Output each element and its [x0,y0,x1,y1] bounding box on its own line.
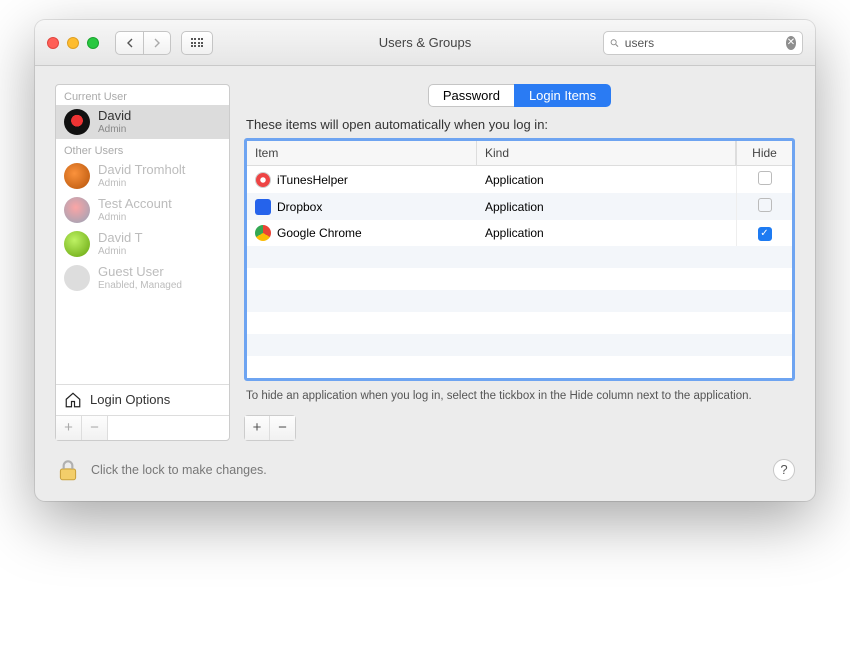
user-name: David [98,109,131,123]
sidebar-user-other[interactable]: David T Admin [56,227,229,261]
login-options-label: Login Options [90,392,170,407]
prefs-window: Users & Groups ✕ Current User David Admi… [35,20,815,501]
grid-icon [191,38,204,47]
col-header-kind[interactable]: Kind [477,141,736,165]
user-name: David Tromholt [98,163,185,177]
user-name: David T [98,231,143,245]
table-row[interactable]: iTunesHelper Application [247,166,792,193]
avatar-icon [64,109,90,135]
content-area: Current User David Admin Other Users Dav… [35,66,815,457]
chrome-icon [255,225,271,241]
forward-button[interactable] [143,31,171,55]
table-row[interactable]: Google Chrome Application ✓ [247,220,792,246]
lock-text: Click the lock to make changes. [91,463,267,477]
chevron-right-icon [153,38,161,48]
user-role: Admin [98,178,185,189]
avatar-icon [64,163,90,189]
table-row-empty [247,356,792,378]
help-button[interactable]: ? [773,459,795,481]
table-row-empty [247,268,792,290]
table-row-empty [247,312,792,334]
login-items-table: Item Kind Hide iTunesHelper Application … [244,138,795,381]
nav-back-forward [115,31,171,55]
other-users-header: Other Users [56,139,229,159]
col-header-hide[interactable]: Hide [736,141,792,165]
lock-icon[interactable] [55,457,81,483]
login-items-add-remove: + − [244,415,296,441]
user-role: Enabled, Managed [98,280,182,291]
avatar-icon [64,231,90,257]
lock-row: Click the lock to make changes. ? [35,457,815,501]
tab-bar: Password Login Items [244,84,795,107]
user-role: Admin [98,124,131,135]
hide-hint-text: To hide an application when you log in, … [246,389,793,405]
login-item-kind: Application [477,168,736,192]
users-sidebar: Current User David Admin Other Users Dav… [55,84,230,441]
table-row[interactable]: Dropbox Application [247,193,792,220]
login-options-button[interactable]: Login Options [56,385,229,415]
search-field-container[interactable]: ✕ [603,31,803,55]
login-item-name: Google Chrome [277,226,362,240]
current-user-header: Current User [56,85,229,105]
window-title: Users & Groups [379,35,471,50]
add-user-button[interactable]: + [56,416,82,440]
table-header: Item Kind Hide [247,141,792,166]
user-name: Guest User [98,265,182,279]
hide-checkbox[interactable]: ✓ [758,227,772,241]
login-items-subtitle: These items will open automatically when… [246,117,795,132]
sidebar-user-other[interactable]: David Tromholt Admin [56,159,229,193]
col-header-item[interactable]: Item [247,141,477,165]
main-panel: Password Login Items These items will op… [244,84,795,441]
avatar-icon [64,265,90,291]
login-item-name: Dropbox [277,200,322,214]
chevron-left-icon [126,38,134,48]
remove-login-item-button[interactable]: − [270,416,295,440]
itunes-icon [255,172,271,188]
house-icon [64,391,82,409]
tab-password[interactable]: Password [428,84,514,107]
sidebar-add-remove: + − [56,415,229,440]
sidebar-user-guest[interactable]: Guest User Enabled, Managed [56,261,229,295]
remove-user-button[interactable]: − [82,416,108,440]
login-item-name: iTunesHelper [277,173,348,187]
hide-checkbox[interactable] [758,198,772,212]
user-role: Admin [98,212,172,223]
avatar-icon [64,197,90,223]
tab-login-items[interactable]: Login Items [514,84,611,107]
close-window-button[interactable] [47,37,59,49]
login-item-kind: Application [477,195,736,219]
titlebar: Users & Groups ✕ [35,20,815,66]
show-all-prefs-button[interactable] [181,31,213,55]
back-button[interactable] [115,31,143,55]
login-item-kind: Application [477,221,736,245]
add-login-item-button[interactable]: + [245,416,270,440]
user-role: Admin [98,246,143,257]
minimize-window-button[interactable] [67,37,79,49]
sidebar-user-current[interactable]: David Admin [56,105,229,139]
search-input[interactable] [625,36,780,50]
sidebar-user-other[interactable]: Test Account Admin [56,193,229,227]
hide-checkbox[interactable] [758,171,772,185]
search-icon [610,37,619,49]
traffic-lights [47,37,99,49]
user-name: Test Account [98,197,172,211]
dropbox-icon [255,199,271,215]
search-clear-button[interactable]: ✕ [786,36,796,50]
table-row-empty [247,334,792,356]
zoom-window-button[interactable] [87,37,99,49]
table-row-empty [247,246,792,268]
table-row-empty [247,290,792,312]
